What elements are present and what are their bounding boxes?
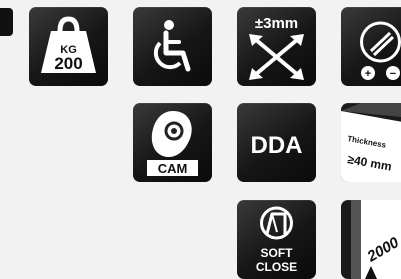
plus-label: +	[365, 68, 371, 80]
partial-icon-edge	[0, 8, 13, 36]
load-value-label: 200	[54, 54, 82, 73]
soft-close-line2: CLOSE	[256, 260, 297, 274]
door-height-icon: 2000	[341, 200, 401, 279]
door-closer-adjust-icon: + −	[341, 7, 401, 86]
dda-label: DDA	[251, 132, 303, 159]
wheelchair-accessible-icon	[133, 7, 212, 86]
cam-icon: CAM	[133, 103, 212, 182]
cam-label: CAM	[158, 161, 188, 176]
adjust-label: ±3mm	[255, 15, 298, 32]
minus-label: −	[390, 68, 396, 80]
load-capacity-icon: KG 200	[29, 7, 108, 86]
door-thickness-icon: Thickness ≥40 mm	[341, 103, 401, 182]
adjustment-3mm-icon: ±3mm	[237, 7, 316, 86]
soft-close-icon: SOFT CLOSE	[237, 200, 316, 279]
dda-compliant-icon: DDA	[237, 103, 316, 182]
soft-close-line1: SOFT	[261, 246, 294, 260]
